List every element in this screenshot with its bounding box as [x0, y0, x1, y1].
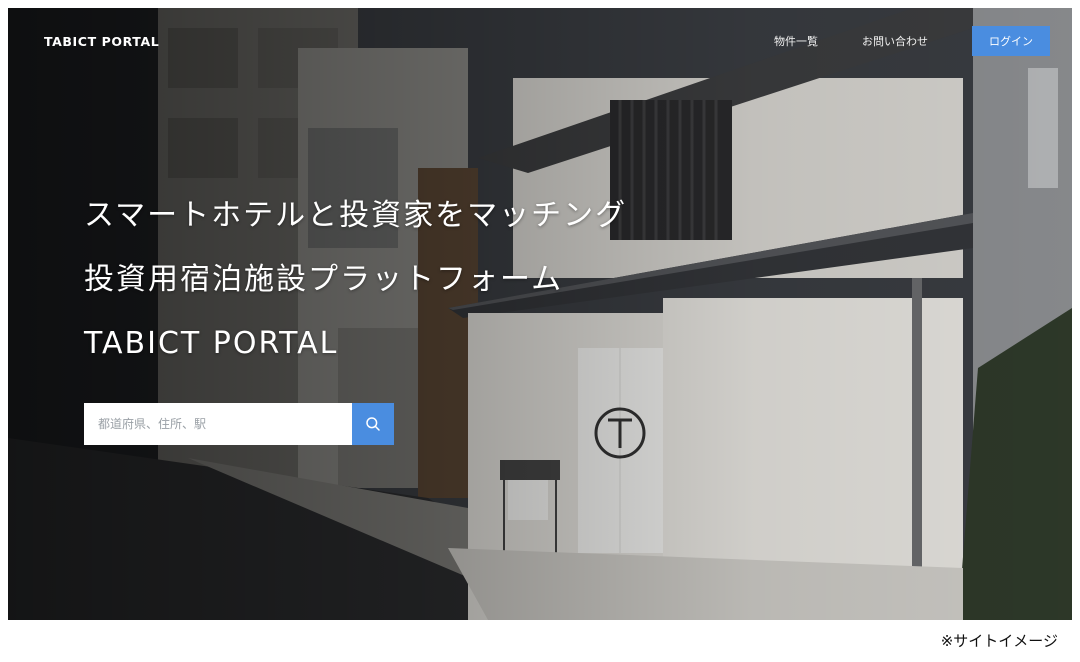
hero-headline-line-3: TABICT PORTAL [84, 326, 339, 361]
hero-headline-line-2: 投資用宿泊施設プラットフォーム [84, 262, 564, 297]
site-logo[interactable]: TABICT PORTAL [44, 34, 159, 49]
search-icon [366, 417, 380, 431]
search-bar [84, 403, 394, 445]
hero-headline-line-1: スマートホテルと投資家をマッチング [84, 198, 628, 233]
search-button[interactable] [352, 403, 394, 445]
search-input[interactable] [84, 403, 352, 445]
nav-link-properties[interactable]: 物件一覧 [774, 33, 818, 49]
nav-link-contact[interactable]: お問い合わせ [862, 33, 928, 49]
image-caption: ※サイトイメージ [940, 632, 1058, 650]
top-nav: 物件一覧 お問い合わせ ログイン [774, 26, 1050, 56]
hero-section: TABICT PORTAL 物件一覧 お問い合わせ ログイン スマートホテルと投… [8, 8, 1072, 620]
login-button[interactable]: ログイン [972, 26, 1050, 56]
hero-copy: スマートホテルと投資家をマッチング 投資用宿泊施設プラットフォーム TABICT… [84, 184, 627, 376]
